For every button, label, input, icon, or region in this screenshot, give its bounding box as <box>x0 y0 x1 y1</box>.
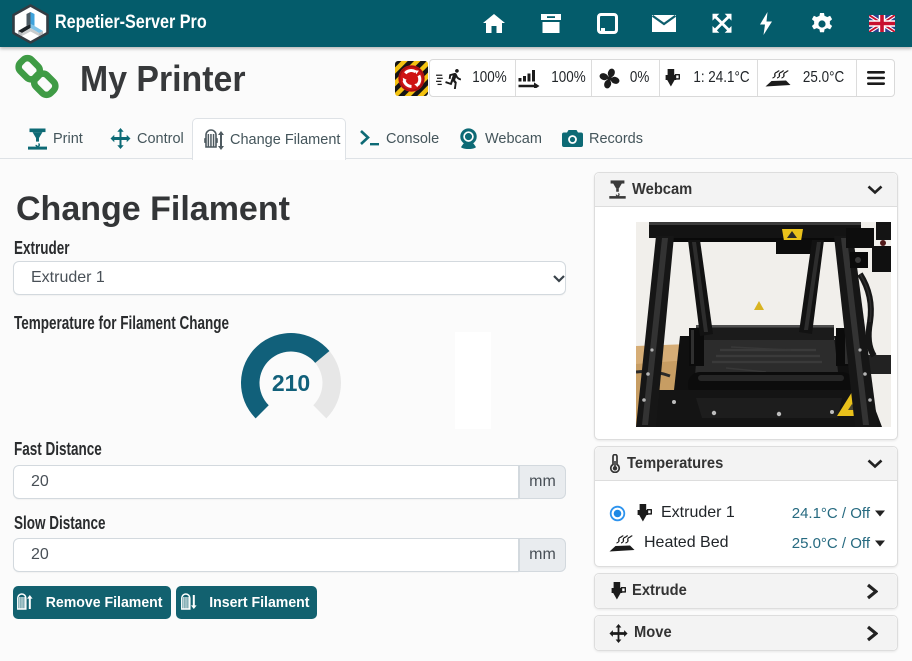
svg-text:210: 210 <box>272 370 310 396</box>
